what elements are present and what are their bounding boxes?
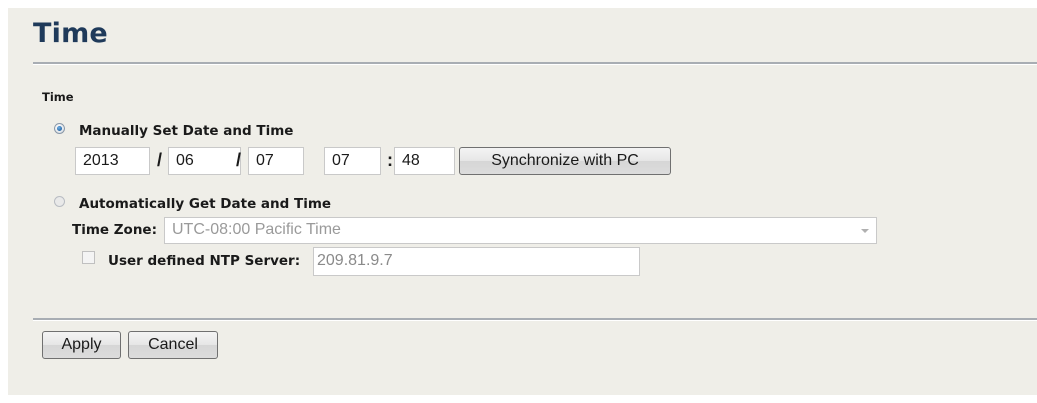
manual-time-radio[interactable] bbox=[54, 123, 65, 134]
ntp-server-input[interactable]: 209.81.9.7 bbox=[313, 247, 640, 276]
month-input[interactable]: 06 bbox=[168, 147, 241, 175]
timezone-select[interactable]: UTC-08:00 Pacific Time bbox=[164, 217, 877, 244]
chevron-down-icon bbox=[861, 229, 869, 233]
apply-button[interactable]: Apply bbox=[42, 331, 121, 359]
automatic-time-label: Automatically Get Date and Time bbox=[79, 196, 332, 212]
ntp-server-checkbox[interactable] bbox=[82, 251, 95, 264]
footer-divider bbox=[33, 318, 1037, 321]
section-label: Time bbox=[42, 90, 74, 104]
timezone-label: Time Zone: bbox=[72, 222, 157, 238]
ntp-server-label: User defined NTP Server: bbox=[108, 253, 301, 269]
title-divider bbox=[33, 62, 1037, 65]
minute-input[interactable]: 48 bbox=[394, 147, 455, 175]
page-title: Time bbox=[33, 18, 108, 49]
date-separator: / bbox=[157, 150, 163, 170]
day-input[interactable]: 07 bbox=[248, 147, 304, 175]
cancel-button[interactable]: Cancel bbox=[128, 331, 218, 359]
automatic-time-radio[interactable] bbox=[54, 196, 65, 207]
manual-time-label: Manually Set Date and Time bbox=[79, 123, 294, 139]
time-separator: : bbox=[387, 150, 393, 170]
hour-input[interactable]: 07 bbox=[324, 147, 381, 175]
date-separator: / bbox=[236, 150, 242, 170]
synchronize-with-pc-button[interactable]: Synchronize with PC bbox=[459, 147, 671, 175]
year-input[interactable]: 2013 bbox=[75, 147, 150, 175]
timezone-value: UTC-08:00 Pacific Time bbox=[172, 221, 341, 238]
